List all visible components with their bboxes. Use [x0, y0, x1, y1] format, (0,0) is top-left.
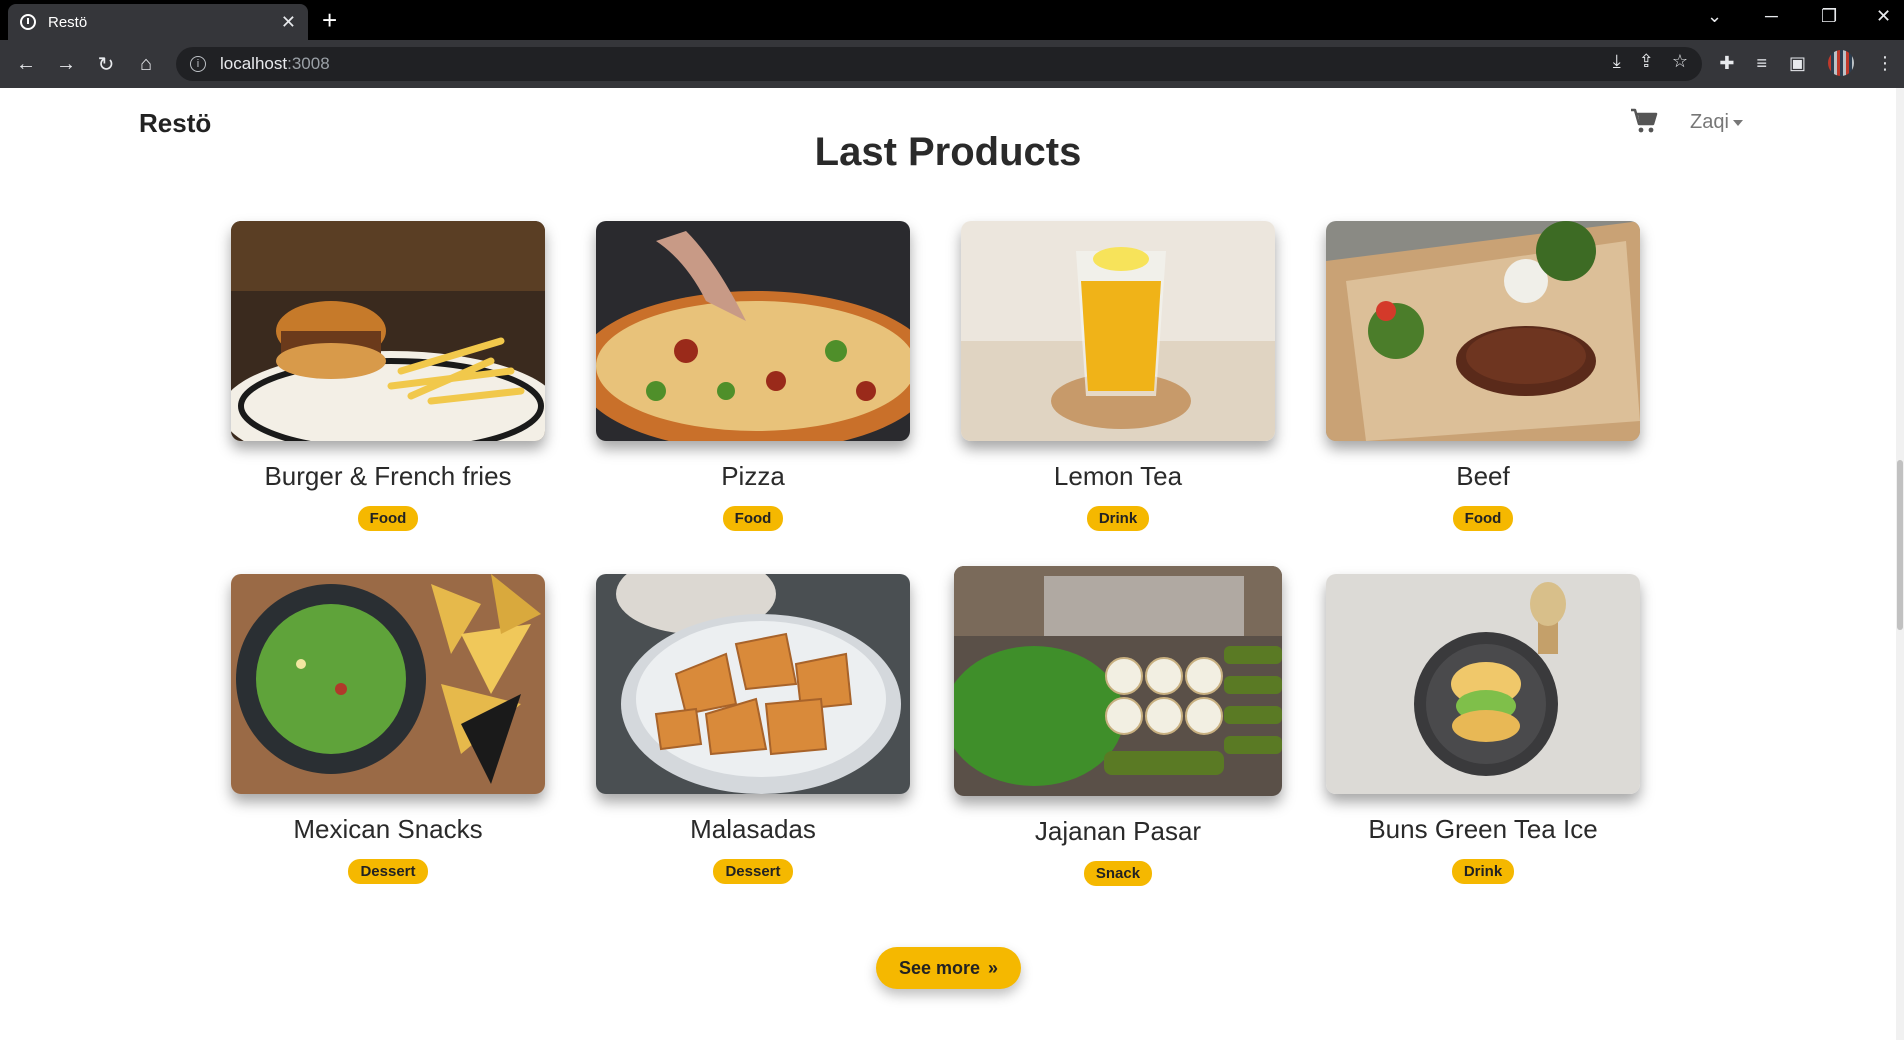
product-image — [231, 574, 545, 794]
tab-search-icon[interactable]: ⌄ — [1707, 6, 1722, 27]
address-bar[interactable]: i localhost:3008 ⤓ ⇪ ☆ — [176, 47, 1702, 81]
product-name: Pizza — [721, 461, 785, 491]
section-heading: Last Products — [814, 130, 1082, 174]
product-name: Malasadas — [690, 814, 816, 844]
product-card[interactable]: Malasadas Dessert — [596, 574, 910, 884]
product-name: Mexican Snacks — [293, 814, 483, 844]
forward-icon[interactable]: → — [46, 53, 86, 76]
tab-close-icon[interactable]: ✕ — [281, 12, 296, 33]
see-more-label: See more — [898, 957, 981, 978]
product-name: Lemon Tea — [1053, 461, 1183, 491]
page-content: Restö Zaqi Last Products Burger & French… — [0, 88, 1904, 1040]
install-icon[interactable]: ⤓ — [1613, 51, 1621, 72]
category-badge: Dessert — [713, 859, 793, 884]
category-badge: Snack — [1083, 861, 1153, 886]
minimize-button[interactable]: ─ — [1765, 6, 1778, 27]
product-name: Beef — [1456, 461, 1510, 491]
browser-tab-bar: Restö ✕ + ⌄ ─ ❐ ✕ — [0, 0, 1904, 40]
category-badge: Drink — [1086, 506, 1150, 531]
product-card[interactable]: Lemon Tea Drink — [961, 221, 1275, 531]
share-icon[interactable]: ⇪ — [1639, 51, 1654, 72]
category-badge: Food — [1452, 506, 1514, 531]
bookmark-star-icon[interactable]: ☆ — [1672, 51, 1688, 72]
category-badge: Food — [357, 506, 419, 531]
new-tab-button[interactable]: + — [322, 6, 337, 34]
window-close-button[interactable]: ✕ — [1876, 6, 1891, 27]
product-card[interactable]: Pizza Food — [596, 221, 910, 531]
product-name: Burger & French fries — [264, 461, 512, 491]
favicon-icon — [20, 14, 36, 30]
product-image — [231, 221, 545, 441]
browser-tab[interactable]: Restö ✕ — [8, 4, 308, 40]
product-card[interactable]: Jajanan Pasar Snack — [954, 566, 1282, 886]
side-panel-icon[interactable]: ▣ — [1789, 53, 1806, 74]
home-icon[interactable]: ⌂ — [126, 53, 166, 76]
category-badge: Food — [722, 506, 784, 531]
tab-title: Restö — [48, 13, 88, 31]
product-card[interactable]: Burger & French fries Food — [231, 221, 545, 531]
url-text: localhost:3008 — [220, 54, 330, 73]
see-more-button[interactable]: See more » — [876, 947, 1021, 989]
product-name: Buns Green Tea Ice — [1368, 814, 1598, 844]
browser-toolbar: ← → ↻ ⌂ i localhost:3008 ⤓ ⇪ ☆ ✚ ≡ ▣ ⋮ — [0, 40, 1904, 88]
product-name: Jajanan Pasar — [1034, 816, 1202, 846]
site-info-icon[interactable]: i — [190, 56, 206, 72]
menu-dots-icon[interactable]: ⋮ — [1876, 53, 1894, 74]
scrollbar-thumb[interactable] — [1897, 460, 1903, 630]
product-card[interactable]: Beef Food — [1326, 221, 1640, 531]
product-image — [961, 221, 1275, 441]
category-badge: Dessert — [348, 859, 428, 884]
reload-icon[interactable]: ↻ — [86, 52, 126, 77]
product-card[interactable]: Buns Green Tea Ice Drink — [1326, 574, 1640, 884]
product-image — [1326, 574, 1640, 794]
product-image — [596, 574, 910, 794]
back-icon[interactable]: ← — [6, 53, 46, 76]
profile-avatar[interactable] — [1828, 50, 1854, 76]
media-icon[interactable]: ≡ — [1756, 53, 1767, 74]
category-badge: Drink — [1451, 859, 1515, 884]
extensions-icon[interactable]: ✚ — [1719, 53, 1734, 74]
product-image — [1326, 221, 1640, 441]
caret-down-icon — [1732, 119, 1743, 126]
double-chevron-right-icon: » — [988, 957, 999, 978]
product-card[interactable]: Mexican Snacks Dessert — [231, 574, 545, 884]
product-image — [954, 566, 1282, 796]
restore-button[interactable]: ❐ — [1821, 6, 1837, 27]
page-scrollbar[interactable] — [1896, 88, 1904, 1040]
product-image — [596, 221, 910, 441]
